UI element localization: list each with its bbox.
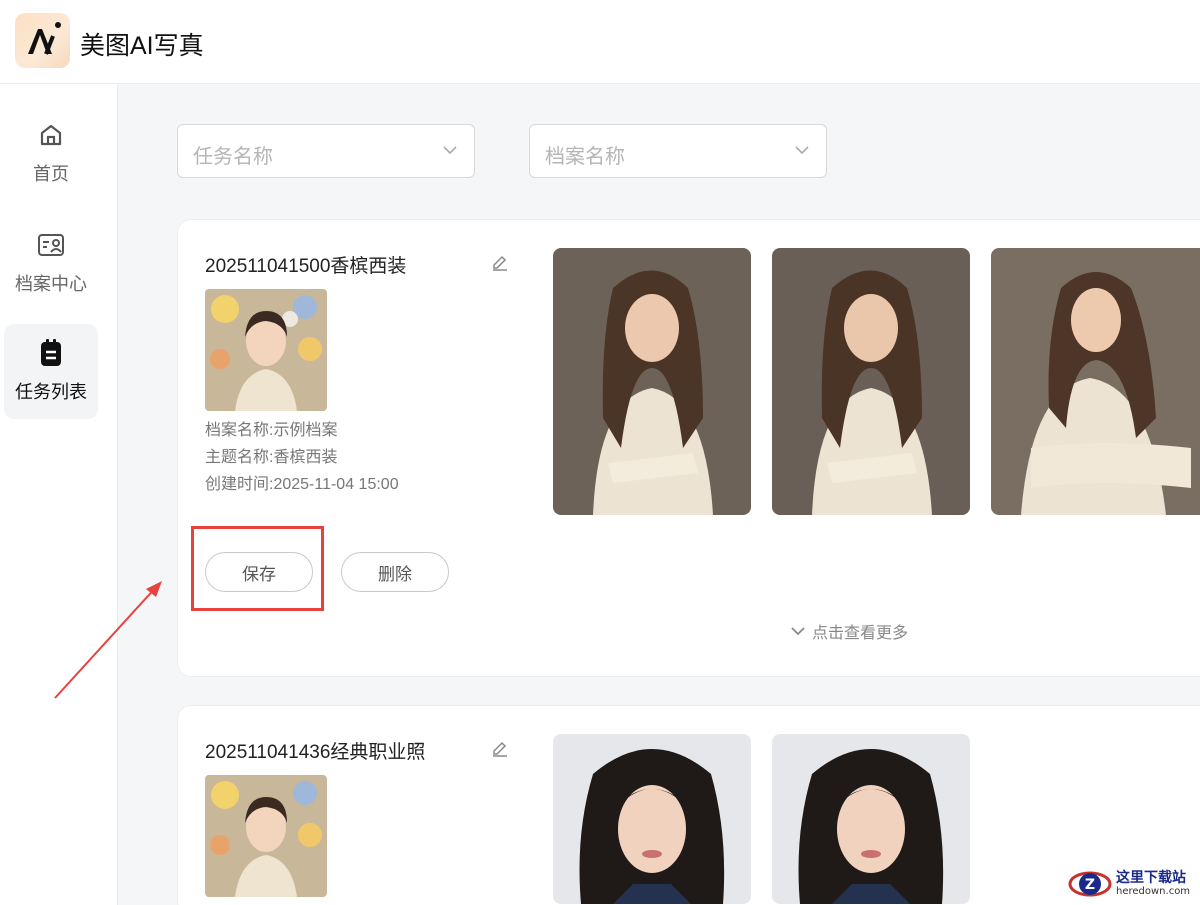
app-title: 美图AI写真 [80,32,204,60]
task-title: 202511041500香槟西装 [205,256,407,277]
edit-icon[interactable] [490,739,510,759]
watermark-logo-icon: Z [1068,871,1112,897]
watermark-text: 这里下载站 [1116,870,1186,886]
profile-name-select[interactable]: 档案名称 [529,124,827,178]
profile-name-placeholder: 档案名称 [545,146,625,168]
highlight-box [191,526,324,611]
delete-button[interactable]: 删除 [341,552,449,592]
sidebar-item-label: 档案中心 [15,274,87,294]
svg-text:Z: Z [1085,877,1095,893]
sidebar-item-profiles[interactable]: 档案中心 [4,216,98,311]
task-card: 202511041436经典职业照 [177,705,1200,905]
chevron-down-icon [791,627,805,636]
app-logo[interactable] [15,13,70,68]
app-header: 美图AI写真 [0,0,1200,84]
result-photo[interactable] [553,248,751,515]
sidebar-item-label: 任务列表 [15,382,87,402]
sidebar-item-tasks[interactable]: 任务列表 [4,324,98,419]
sidebar-item-label: 首页 [33,164,69,184]
sidebar: 首页 档案中心 任务列表 [0,84,118,905]
clipboard-icon [36,338,66,368]
created-time-text: 创建时间:2025-11-04 15:00 [205,476,399,493]
home-icon [36,120,66,150]
task-title: 202511041436经典职业照 [205,742,426,763]
corner-watermark: Z 这里下载站 heredown.com [1068,866,1198,902]
result-photo[interactable] [772,734,970,904]
task-card: 202511041500香槟西装 档案名称:示例档案 主题名称:香槟西装 创建时… [177,219,1200,677]
result-photo[interactable] [772,248,970,515]
logo-dot [55,22,61,28]
profile-thumbnail [205,775,327,897]
logo-mark-icon [27,28,55,55]
result-photo[interactable] [991,248,1200,515]
view-more-link[interactable]: 点击查看更多 [790,619,908,643]
task-name-placeholder: 任务名称 [193,146,273,168]
chevron-down-icon [443,146,457,155]
view-more-label: 点击查看更多 [812,625,909,642]
annotation-arrow [54,581,162,699]
profile-name-text: 档案名称:示例档案 [205,422,338,439]
edit-icon[interactable] [490,253,510,273]
sidebar-item-home[interactable]: 首页 [4,106,98,201]
task-name-select[interactable]: 任务名称 [177,124,475,178]
task-meta: 档案名称:示例档案 主题名称:香槟西装 创建时间:2025-11-04 15:0… [205,417,399,498]
theme-name-text: 主题名称:香槟西装 [205,449,338,466]
result-photo[interactable] [553,734,751,904]
watermark-sub: heredown.com [1116,886,1191,897]
profile-thumbnail [205,289,327,411]
profile-card-icon [36,230,66,260]
chevron-down-icon [795,146,809,155]
